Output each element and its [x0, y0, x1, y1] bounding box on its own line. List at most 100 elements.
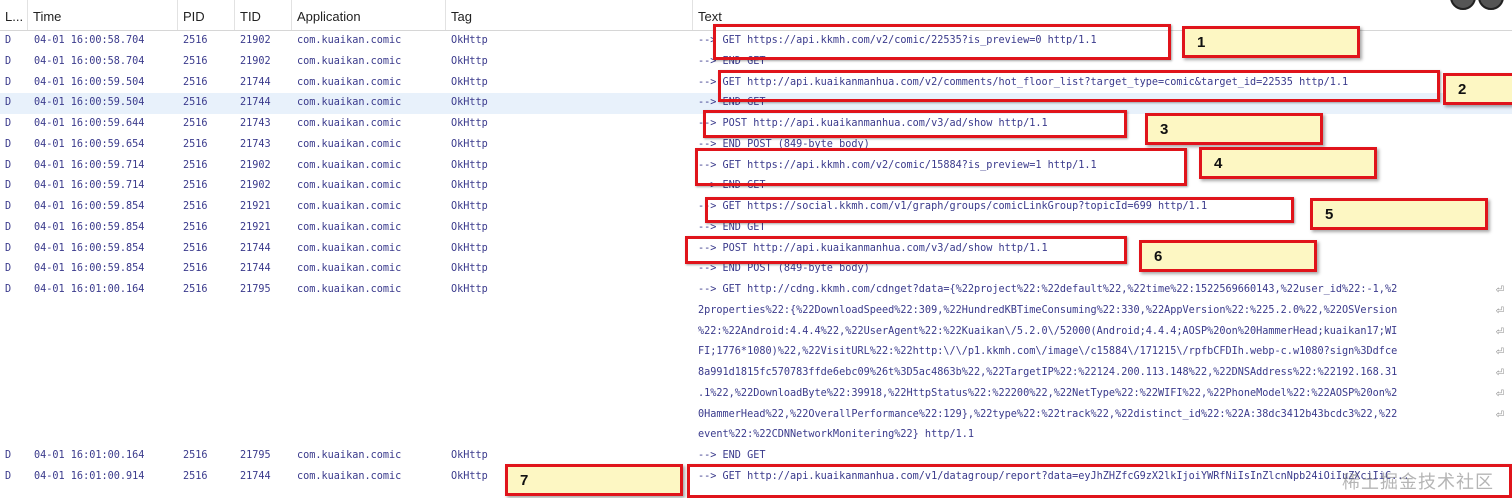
tid-cell: 21744: [240, 76, 271, 88]
tid-cell: 21921: [240, 221, 271, 233]
message-text-cell: %22:%22Android:4.4.4%22,%22UserAgent%22:…: [698, 325, 1398, 337]
soft-wrap-icon: ⏎: [1495, 347, 1504, 359]
tid-cell: 21902: [240, 55, 271, 67]
application-cell: com.kuaikan.comic: [297, 470, 402, 482]
column-header-time[interactable]: Time: [28, 0, 178, 30]
application-cell: com.kuaikan.comic: [297, 180, 402, 192]
time-cell: 04-01 16:00:59.854: [34, 221, 145, 233]
pid-cell: 2516: [183, 180, 208, 192]
column-header-application[interactable]: Application: [292, 0, 446, 30]
time-cell: 04-01 16:00:59.714: [34, 159, 145, 171]
table-row[interactable]: 2properties%22:{%22DownloadSpeed%22:309,…: [0, 301, 1512, 322]
log-level-cell: D: [5, 159, 12, 171]
pid-cell: 2516: [183, 450, 208, 461]
table-row[interactable]: FI;1776*1080)%22,%22VisitURL%22:%22http:…: [0, 342, 1512, 363]
highlight-box-5: [705, 197, 1294, 223]
time-cell: 04-01 16:00:58.704: [34, 35, 145, 46]
log-level-cell: D: [5, 242, 12, 254]
tag-cell: OkHttp: [451, 221, 488, 233]
tag-cell: OkHttp: [451, 97, 488, 109]
message-text-cell: --> GET http://cdng.kkmh.com/cdnget?data…: [698, 284, 1398, 295]
log-level-cell: D: [5, 55, 12, 67]
log-level-cell: D: [5, 470, 12, 482]
tid-cell: 21902: [240, 35, 271, 46]
table-row[interactable]: 8a991d1815fc570783ffde6ebc09%26t%3D5ac48…: [0, 363, 1512, 384]
table-row[interactable]: D 04-01 16:01:00.164 2516 21795 com.kuaikan.…: [0, 280, 1512, 301]
column-header-level[interactable]: L...: [0, 0, 28, 30]
highlight-box-3: [703, 110, 1127, 138]
annotation-note-6: 6: [1139, 240, 1317, 272]
soft-wrap-icon: ⏎: [1495, 305, 1504, 317]
annotation-note-3: 3: [1145, 113, 1323, 145]
pid-cell: 2516: [183, 263, 208, 275]
pid-cell: 2516: [183, 242, 208, 254]
time-cell: 04-01 16:00:59.504: [34, 76, 145, 88]
time-cell: 04-01 16:00:59.854: [34, 263, 145, 275]
highlight-box-2: [718, 70, 1440, 102]
log-level-cell: D: [5, 118, 12, 129]
log-level-cell: D: [5, 221, 12, 233]
window-control-circles: [1448, 0, 1504, 15]
tid-cell: 21744: [240, 470, 271, 482]
log-level-cell: D: [5, 76, 12, 88]
soft-wrap-icon: ⏎: [1495, 326, 1504, 338]
application-cell: com.kuaikan.comic: [297, 201, 402, 212]
pid-cell: 2516: [183, 76, 208, 88]
table-row[interactable]: event%22:%22CDNNetworkMonitering%22} htt…: [0, 425, 1512, 446]
time-cell: 04-01 16:00:59.854: [34, 242, 145, 254]
pid-cell: 2516: [183, 284, 208, 295]
circle-icon: [1450, 0, 1476, 10]
pid-cell: 2516: [183, 138, 208, 150]
column-header-pid[interactable]: PID: [178, 0, 235, 30]
annotation-note-2: 2: [1443, 73, 1512, 105]
tag-cell: OkHttp: [451, 180, 488, 192]
tid-cell: 21744: [240, 263, 271, 275]
time-cell: 04-01 16:01:00.914: [34, 470, 145, 482]
message-text-cell: event%22:%22CDNNetworkMonitering%22} htt…: [698, 429, 975, 441]
tag-cell: OkHttp: [451, 263, 488, 275]
application-cell: com.kuaikan.comic: [297, 118, 402, 129]
tid-cell: 21795: [240, 450, 271, 461]
column-header-tid[interactable]: TID: [235, 0, 292, 30]
tid-cell: 21902: [240, 159, 271, 171]
time-cell: 04-01 16:00:59.714: [34, 180, 145, 192]
time-cell: 04-01 16:00:58.704: [34, 55, 145, 67]
message-text-cell: 8a991d1815fc570783ffde6ebc09%26t%3D5ac48…: [698, 367, 1398, 378]
application-cell: com.kuaikan.comic: [297, 35, 402, 46]
application-cell: com.kuaikan.comic: [297, 221, 402, 233]
tag-cell: OkHttp: [451, 201, 488, 212]
annotation-note-1: 1: [1182, 26, 1360, 58]
log-level-cell: D: [5, 284, 12, 295]
pid-cell: 2516: [183, 470, 208, 482]
tag-cell: OkHttp: [451, 35, 488, 46]
circle-icon: [1478, 0, 1504, 10]
tid-cell: 21921: [240, 201, 271, 212]
table-row[interactable]: %22:%22Android:4.4.4%22,%22UserAgent%22:…: [0, 322, 1512, 343]
tag-cell: OkHttp: [451, 284, 488, 295]
application-cell: com.kuaikan.comic: [297, 242, 402, 254]
annotation-note-4: 4: [1199, 147, 1377, 179]
pid-cell: 2516: [183, 201, 208, 212]
time-cell: 04-01 16:00:59.644: [34, 118, 145, 129]
application-cell: com.kuaikan.comic: [297, 159, 402, 171]
column-header-tag[interactable]: Tag: [446, 0, 693, 30]
tag-cell: OkHttp: [451, 450, 488, 461]
table-row[interactable]: 0HammerHead%22,%22OverallPerformance%22:…: [0, 405, 1512, 426]
annotation-note-7: 7: [505, 464, 683, 496]
tag-cell: OkHttp: [451, 76, 488, 88]
tid-cell: 21743: [240, 138, 271, 150]
pid-cell: 2516: [183, 159, 208, 171]
application-cell: com.kuaikan.comic: [297, 76, 402, 88]
pid-cell: 2516: [183, 55, 208, 67]
log-level-cell: D: [5, 201, 12, 212]
tid-cell: 21795: [240, 284, 271, 295]
tid-cell: 21743: [240, 118, 271, 129]
tid-cell: 21744: [240, 242, 271, 254]
application-cell: com.kuaikan.comic: [297, 263, 402, 275]
log-level-cell: D: [5, 180, 12, 192]
soft-wrap-icon: ⏎: [1495, 368, 1504, 379]
tid-cell: 21744: [240, 97, 271, 109]
table-row[interactable]: .1%22,%22DownloadByte%22:39918,%22HttpSt…: [0, 384, 1512, 405]
pid-cell: 2516: [183, 35, 208, 46]
message-text-cell: FI;1776*1080)%22,%22VisitURL%22:%22http:…: [698, 346, 1398, 358]
